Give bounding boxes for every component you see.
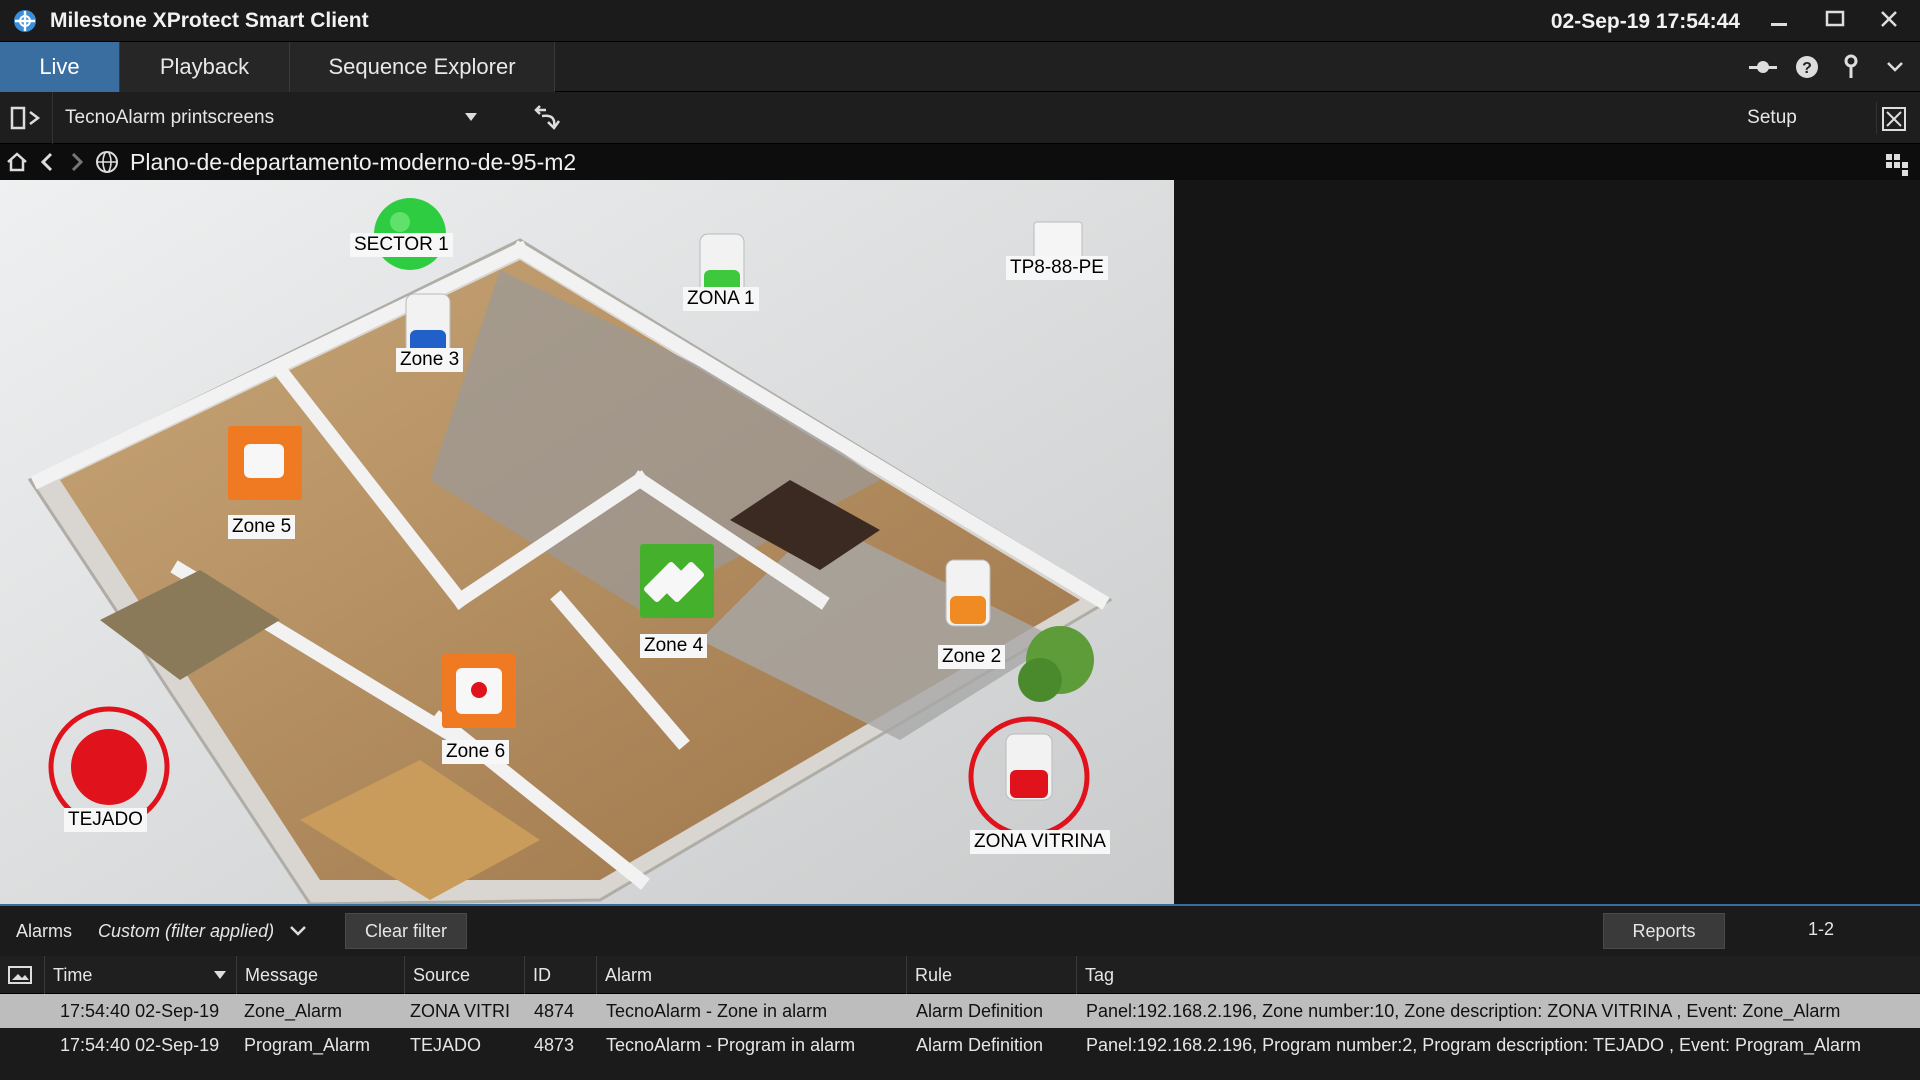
dropdown-arrow-icon (465, 113, 477, 121)
clear-filter-button[interactable]: Clear filter (345, 913, 467, 949)
login-button[interactable] (1836, 52, 1866, 82)
status-icon (1749, 61, 1777, 73)
column-time[interactable]: Time (44, 956, 236, 994)
svg-text:?: ? (1802, 60, 1812, 77)
map-globe (94, 149, 120, 175)
back-button[interactable] (34, 149, 60, 175)
tab-live[interactable]: Live (0, 42, 120, 92)
alarm-toolbar: Alarms Custom (filter applied) Clear fil… (0, 906, 1920, 956)
column-time-label: Time (53, 964, 93, 985)
forward-icon (71, 152, 84, 172)
maximize-button[interactable] (1812, 0, 1858, 38)
maximize-icon (1825, 10, 1845, 27)
marker-label-zone-2: Zone 2 (938, 645, 1006, 669)
fullscreen-icon (1882, 107, 1906, 131)
view-grid-icon[interactable] (1884, 150, 1910, 176)
globe-icon (96, 151, 118, 173)
window-title: Milestone XProtect Smart Client (50, 8, 369, 32)
cell-rule: Alarm Definition (916, 1034, 1044, 1055)
marker-label-tejado: TEJADO (64, 808, 147, 832)
zone-5-sensor[interactable] (228, 426, 302, 500)
title-bar: Milestone XProtect Smart Client 02-Sep-1… (0, 0, 1920, 42)
close-button[interactable] (1866, 0, 1912, 38)
back-icon (40, 152, 53, 172)
tab-sequence-explorer[interactable]: Sequence Explorer (290, 42, 555, 92)
image-preview-icon (8, 966, 32, 984)
column-preview[interactable] (0, 956, 44, 994)
alarm-list-panel: Alarms Custom (filter applied) Clear fil… (0, 904, 1920, 1080)
minimize-button[interactable] (1756, 0, 1802, 38)
view-selector[interactable]: TecnoAlarm printscreens (52, 92, 492, 144)
minimize-icon (1771, 23, 1787, 26)
close-icon (1881, 11, 1897, 27)
view-selector-value: TecnoAlarm printscreens (65, 107, 275, 128)
workspace-tabs: Live Playback Sequence Explorer ? (0, 42, 1920, 92)
column-alarm[interactable]: Alarm (596, 956, 906, 994)
cell-time: 17:54:40 02-Sep-19 (60, 1034, 220, 1055)
setup-button[interactable]: Setup (1722, 92, 1822, 144)
zone-2-detector[interactable] (944, 558, 992, 628)
filter-dropdown-icon[interactable] (288, 921, 308, 941)
alarm-table-header: Time Message Source ID Alarm Rule Tag (0, 956, 1920, 994)
cell-tag: Panel:192.168.2.196, Program number:2, P… (1086, 1034, 1862, 1055)
table-row[interactable]: 17:54:40 02-Sep-19 Program_Alarm TEJADO … (0, 1028, 1920, 1062)
column-rule[interactable]: Rule (906, 956, 1076, 994)
app-menu-button[interactable] (1880, 52, 1910, 82)
cell-alarm: TecnoAlarm - Program in alarm (606, 1034, 856, 1055)
alarm-filter-selector[interactable]: Custom (filter applied) (98, 921, 274, 942)
zona-vitrina-detector-alarm[interactable] (966, 714, 1092, 840)
sort-desc-icon (214, 971, 226, 979)
column-tag[interactable]: Tag (1076, 956, 1920, 994)
clock: 02-Sep-19 17:54:44 (1550, 10, 1740, 33)
status-button[interactable] (1748, 52, 1778, 82)
zone-6-sensor[interactable] (442, 654, 516, 728)
cell-tag: Panel:192.168.2.196, Zone number:10, Zon… (1086, 1000, 1841, 1021)
alarm-count-range: 1-2 (1808, 919, 1835, 939)
alarm-table: Time Message Source ID Alarm Rule Tag 17… (0, 956, 1920, 1062)
cell-time: 17:54:40 02-Sep-19 (60, 1000, 220, 1021)
home-button[interactable] (4, 149, 30, 175)
marker-label-zone-3: Zone 3 (396, 348, 464, 372)
marker-label-sector-1: SECTOR 1 (350, 233, 453, 257)
table-row[interactable]: 17:54:40 02-Sep-19 Zone_Alarm ZONA VITRI… (0, 994, 1920, 1028)
cell-rule: Alarm Definition (916, 1000, 1044, 1021)
map-name: Plano-de-departamento-moderno-de-95-m2 (130, 148, 577, 175)
cell-alarm: TecnoAlarm - Zone in alarm (606, 1000, 828, 1021)
help-icon: ? (1796, 56, 1818, 78)
column-id[interactable]: ID (524, 956, 596, 994)
floor-plan-map[interactable]: SECTOR 1 ZONA 1 TP8-88-PE Zone 3 Zone 5 … (0, 180, 1174, 904)
empty-view-pane[interactable] (1174, 180, 1920, 904)
marker-label-zone-6: Zone 6 (442, 740, 510, 764)
marker-label-zone-4: Zone 4 (640, 634, 708, 658)
marker-label-tp8: TP8-88-PE (1006, 256, 1108, 280)
help-button[interactable]: ? (1792, 52, 1822, 82)
fullscreen-button[interactable] (1876, 102, 1908, 134)
zone-4-sensor[interactable] (640, 544, 714, 618)
alarms-title: Alarms (16, 920, 73, 941)
marker-label-zona-vitrina: ZONA VITRINA (970, 830, 1110, 854)
cell-id: 4874 (534, 1000, 575, 1021)
marker-label-zone-5: Zone 5 (228, 515, 296, 539)
home-icon (7, 152, 27, 172)
forward-button[interactable] (64, 149, 90, 175)
cell-source: ZONA VITRI (410, 1000, 511, 1021)
login-icon (1844, 54, 1858, 78)
reports-button[interactable]: Reports (1603, 913, 1725, 949)
column-message[interactable]: Message (236, 956, 404, 994)
cell-message: Zone_Alarm (244, 1000, 343, 1021)
cell-source: TEJADO (410, 1034, 482, 1055)
menu-chevron-icon (1887, 62, 1903, 72)
cell-id: 4873 (534, 1034, 575, 1055)
app-logo-icon (14, 9, 36, 32)
view-toolbar: TecnoAlarm printscreens Setup (0, 92, 1920, 144)
marker-label-zona-1: ZONA 1 (683, 287, 759, 311)
undo-icon[interactable] (532, 104, 564, 132)
cell-message: Program_Alarm (244, 1034, 371, 1055)
tab-playback[interactable]: Playback (120, 42, 290, 92)
panel-toggle-icon[interactable] (10, 104, 44, 132)
column-source[interactable]: Source (404, 956, 524, 994)
map-navigation-bar: Plano-de-departamento-moderno-de-95-m2 (0, 144, 1920, 180)
